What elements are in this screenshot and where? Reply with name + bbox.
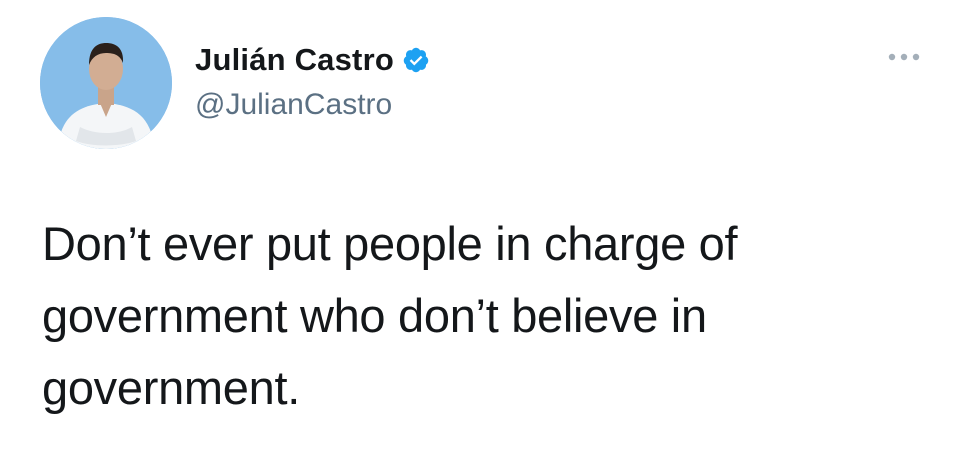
avatar-image xyxy=(40,17,172,149)
tweet-text: Don’t ever put people in charge of gover… xyxy=(42,217,738,414)
author-info: Julián Castro @JulianCastro xyxy=(195,40,430,122)
display-name[interactable]: Julián Castro xyxy=(195,42,394,78)
tweet-card: Julián Castro @JulianCastro Don’t ever p… xyxy=(0,0,960,465)
more-options-icon[interactable] xyxy=(886,50,922,64)
verified-badge-icon xyxy=(402,46,430,74)
avatar[interactable] xyxy=(40,17,172,149)
user-handle[interactable]: @JulianCastro xyxy=(195,88,430,122)
name-row: Julián Castro xyxy=(195,40,430,80)
